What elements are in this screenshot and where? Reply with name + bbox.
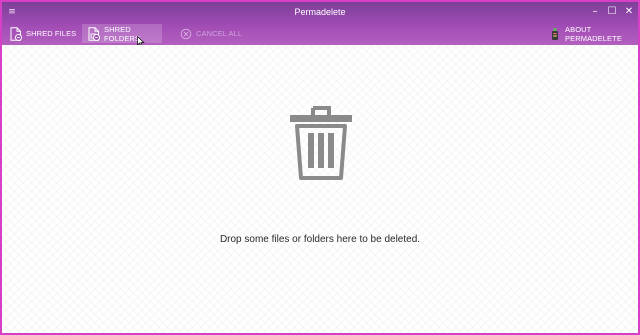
shred-files-label: SHRED FILES: [26, 29, 77, 38]
toolbar: SHRED FILES SHRED FOLDERS CANCEL ALL ABO…: [2, 22, 638, 45]
close-button[interactable]: ✕: [620, 4, 638, 20]
shred-folders-label: SHRED FOLDERS: [104, 24, 141, 43]
app-window: ≡ Permadelete – ☐ ✕ SHRED FILES SHRED FO…: [0, 0, 640, 335]
shred-files-button[interactable]: SHRED FILES: [4, 24, 82, 43]
title-bar[interactable]: ≡ Permadelete – ☐ ✕: [2, 2, 638, 22]
drop-instructions: Drop some files or folders here to be de…: [219, 234, 421, 245]
cancel-all-button[interactable]: CANCEL ALL: [174, 24, 248, 43]
file-shred-icon: [10, 26, 22, 41]
minimize-button[interactable]: –: [586, 4, 604, 20]
shred-folders-button[interactable]: SHRED FOLDERS: [82, 24, 162, 43]
drop-area[interactable]: Drop some files or folders here to be de…: [2, 45, 638, 333]
about-button[interactable]: ABOUT PERMADELETE: [543, 24, 638, 43]
about-label: ABOUT PERMADELETE: [565, 24, 622, 43]
maximize-button[interactable]: ☐: [603, 4, 621, 20]
folder-shred-icon: [88, 26, 100, 41]
app-logo-icon: [549, 27, 561, 41]
window-title: Permadelete: [294, 7, 346, 17]
cancel-circle-icon: [180, 27, 192, 41]
trash-bin-icon: [290, 106, 352, 180]
window-chrome: ≡ Permadelete – ☐ ✕ SHRED FILES SHRED FO…: [2, 2, 638, 45]
cancel-all-label: CANCEL ALL: [196, 29, 243, 38]
